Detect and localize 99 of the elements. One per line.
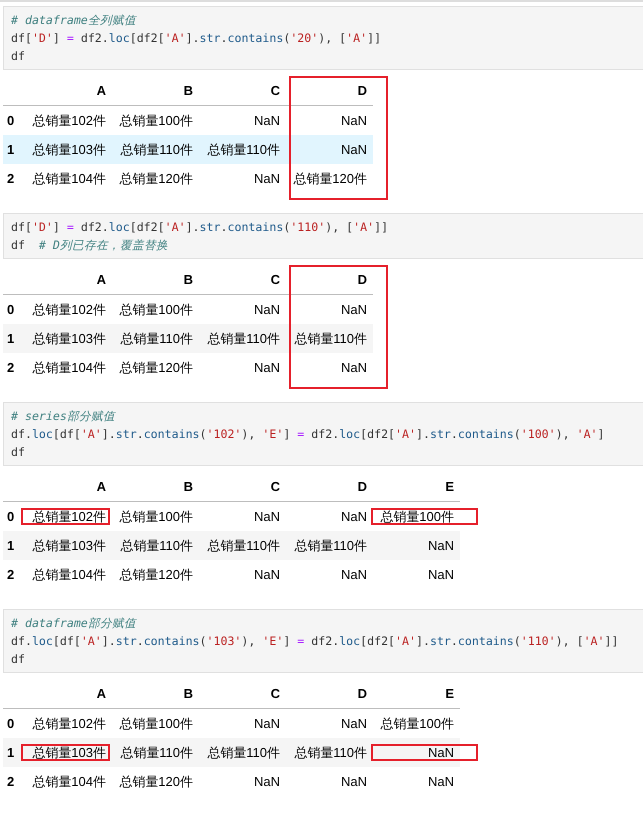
table-cell-text: 总销量120件: [292, 170, 368, 188]
table-cell-text: NaN: [252, 714, 281, 733]
table-cell-text: 总销量100件: [118, 112, 194, 130]
code-line: df.loc[df['A'].str.contains('102'), 'E'] = df2.loc[df2['A'].str.contains('100'), 'A']: [11, 426, 606, 443]
table-cell-text: 总销量104件: [31, 358, 107, 377]
table-cell-text: 总销量110件: [119, 744, 194, 762]
table-cell-text: NaN: [252, 300, 281, 319]
table-cell-text: 总销量110件: [119, 330, 194, 348]
table-cell-text: 总销量102件: [31, 714, 107, 733]
row-index: 2: [6, 170, 16, 188]
table-cell-text: 总销量104件: [31, 170, 107, 188]
row-index: 2: [6, 358, 16, 377]
row-index: 0: [6, 300, 16, 319]
column-header: B: [182, 82, 194, 100]
table-cell-text: 总销量120件: [118, 170, 194, 188]
table-cell-text: NaN: [252, 358, 281, 377]
row-index: 1: [6, 140, 16, 159]
column-header: B: [182, 270, 194, 289]
table-cell-text: NaN: [426, 536, 455, 555]
code-line: df.loc[df['A'].str.contains('103'), 'E'] = df2.loc[df2['A'].str.contains('110'), ['A']]: [11, 633, 620, 650]
table-cell-text: NaN: [252, 170, 281, 188]
table-cell-text: 总销量110件: [206, 744, 281, 762]
table-cell-text: 总销量120件: [118, 772, 194, 791]
table-cell-text: 总销量104件: [31, 566, 107, 584]
table-cell-text: 总销量102件: [31, 300, 107, 319]
code-line: df['D'] = df2.loc[df2['A'].str.contains('20'), ['A']]: [11, 30, 382, 47]
table-cell-text: 总销量110件: [293, 744, 368, 762]
table-cell-text: 总销量110件: [119, 140, 194, 159]
table-cell-text: 总销量100件: [118, 300, 194, 319]
table-cell-text: NaN: [340, 508, 368, 526]
table-cell-text: NaN: [426, 772, 455, 791]
table-cell-text: NaN: [340, 358, 368, 377]
table-cell-text: 总销量110件: [206, 330, 281, 348]
table-cell-text: 总销量120件: [118, 566, 194, 584]
table-cell-text: NaN: [340, 772, 368, 791]
code-line: df # D列已存在，覆盖替换: [11, 237, 169, 254]
table-cell-text: NaN: [252, 112, 281, 130]
row-index: 2: [6, 772, 16, 791]
code-cell[interactable]: # dataframe部分赋值 df.loc[df['A'].str.contains('103'), 'E'] = df2.loc[df2['A'].str.contains('110'), ['A']] df: [3, 609, 643, 673]
table-cell-text: 总销量120件: [118, 358, 194, 377]
row-index: 1: [6, 330, 16, 348]
table-cell-text: NaN: [340, 140, 368, 159]
code-cell[interactable]: # series部分赋值 df.loc[df['A'].str.contains('102'), 'E'] = df2.loc[df2['A'].str.contains('100'), 'A'] df: [3, 402, 643, 466]
table-cell-text: 总销量103件: [31, 536, 107, 555]
row-index: 1: [6, 536, 16, 555]
table-cell-text: 总销量104件: [31, 772, 107, 791]
table-cell-text: 总销量103件: [31, 140, 107, 159]
code-line: df: [11, 444, 26, 461]
column-header: B: [182, 478, 194, 496]
table-cell-text: 总销量100件: [118, 508, 194, 526]
table-cell-text: 总销量100件: [379, 714, 455, 733]
column-header: A: [96, 270, 107, 289]
column-header: E: [444, 478, 455, 496]
row-index: 0: [6, 112, 16, 130]
code-line: df: [11, 48, 26, 65]
code-line: df: [11, 651, 26, 668]
column-header: D: [356, 684, 368, 703]
table-cell-text: 总销量102件: [31, 112, 107, 130]
table-cell-text: NaN: [340, 300, 368, 319]
column-header: C: [270, 82, 281, 100]
code-line: df['D'] = df2.loc[df2['A'].str.contains('110'), ['A']]: [11, 219, 390, 236]
row-index: 1: [6, 744, 16, 762]
table-cell-text: 总销量110件: [119, 536, 194, 555]
table-cell-text: NaN: [252, 772, 281, 791]
row-index: 2: [6, 566, 16, 584]
table-cell-text: NaN: [340, 714, 368, 733]
table-cell-text: 总销量110件: [206, 140, 281, 159]
code-line: # dataframe部分赋值: [11, 615, 138, 632]
table-cell-text: 总销量100件: [118, 714, 194, 733]
table-cell-text: 总销量100件: [379, 508, 455, 526]
table-cell-text: 总销量102件: [31, 508, 107, 526]
table-cell-text: NaN: [252, 508, 281, 526]
column-header: D: [356, 82, 368, 100]
table-cell-text: NaN: [426, 566, 455, 584]
table-cell-text: NaN: [252, 566, 281, 584]
row-index: 0: [6, 508, 16, 526]
column-header: D: [356, 478, 368, 496]
table-cell-text: 总销量110件: [293, 330, 368, 348]
table-cell-text: 总销量110件: [206, 536, 281, 555]
table-cell-text: 总销量103件: [31, 330, 107, 348]
column-header: A: [96, 82, 107, 100]
column-header: A: [96, 684, 107, 703]
table-cell-text: NaN: [340, 566, 368, 584]
column-header: C: [270, 684, 281, 703]
code-line: # dataframe全列赋值: [11, 12, 138, 29]
table-cell-text: 总销量110件: [293, 536, 368, 555]
table-cell-text: 总销量103件: [31, 744, 107, 762]
column-header: C: [270, 478, 281, 496]
column-header: C: [270, 270, 281, 289]
table-cell-text: NaN: [340, 112, 368, 130]
column-header: E: [444, 684, 455, 703]
code-cell[interactable]: df['D'] = df2.loc[df2['A'].str.contains('110'), ['A']] df # D列已存在，覆盖替换: [3, 213, 643, 259]
row-index: 0: [6, 714, 16, 733]
table-cell-text: NaN: [426, 744, 455, 762]
code-line: # series部分赋值: [11, 408, 117, 425]
column-header: B: [182, 684, 194, 703]
column-header: A: [96, 478, 107, 496]
code-cell[interactable]: # dataframe全列赋值 df['D'] = df2.loc[df2['A'].str.contains('20'), ['A']] df: [3, 6, 643, 70]
column-header: D: [356, 270, 368, 289]
